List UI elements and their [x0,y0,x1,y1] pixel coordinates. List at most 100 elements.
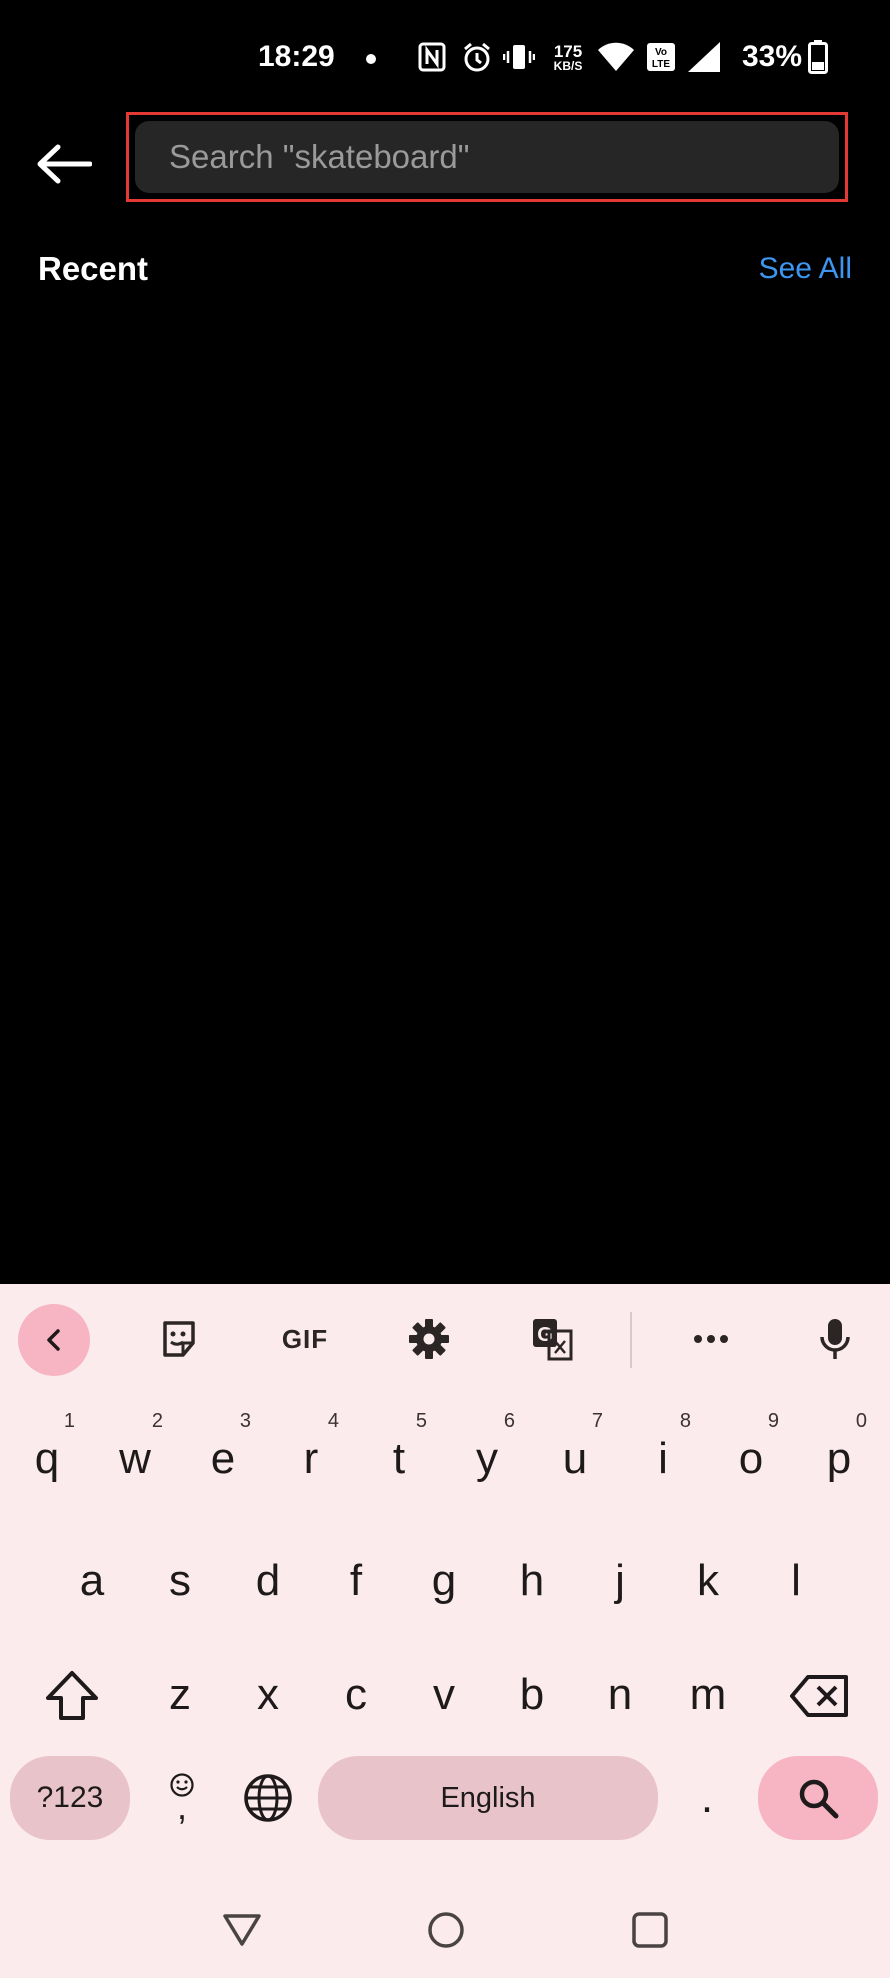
symbols-key[interactable]: ?123 [10,1756,130,1840]
data-speed-value: 175 [553,41,583,61]
navigation-bar [0,1880,890,1978]
shift-key[interactable] [22,1646,122,1746]
notification-dot-icon [366,54,376,64]
search-icon [799,1779,839,1819]
key-t[interactable]: 5t [357,1404,441,1514]
key-label: y [476,1434,498,1483]
arrow-left-icon [37,144,92,184]
key-z[interactable]: z [138,1640,222,1750]
key-hint: 1 [63,1410,75,1432]
period-key[interactable]: . [672,1756,742,1840]
key-k[interactable]: k [666,1526,750,1636]
key-label: e [210,1434,236,1483]
key-w[interactable]: 2w [93,1404,177,1514]
home-circle-icon [428,1912,464,1948]
svg-text:LTE: LTE [652,59,670,70]
see-all-link[interactable]: See All [759,252,852,286]
key-y[interactable]: 6y [445,1404,529,1514]
key-x[interactable]: x [226,1640,310,1750]
battery-percent: 33% [742,40,803,73]
key-d[interactable]: d [226,1526,310,1636]
toolbar-collapse-button[interactable] [18,1304,90,1376]
key-hint: 3 [239,1410,251,1432]
key-l[interactable]: l [754,1526,838,1636]
language-switch-key[interactable] [226,1756,310,1840]
nfc-icon [416,40,448,74]
key-p[interactable]: 0p [797,1404,881,1514]
recents-square-icon [632,1912,668,1948]
key-r[interactable]: 4r [269,1404,353,1514]
key-c[interactable]: c [314,1640,398,1750]
nav-back-button[interactable] [214,1902,270,1958]
sticker-icon [163,1321,195,1357]
sticker-button[interactable] [144,1304,214,1374]
voice-input-button[interactable] [800,1304,870,1374]
backspace-key[interactable] [770,1646,870,1746]
key-hint: 5 [415,1410,427,1432]
more-options-button[interactable] [676,1304,746,1374]
key-hint: 8 [679,1410,691,1432]
shift-arrow-icon [46,1671,98,1720]
key-j[interactable]: j [578,1526,662,1636]
gif-button[interactable]: GIF [269,1304,341,1374]
wifi-icon [596,40,636,74]
key-b[interactable]: b [490,1640,574,1750]
key-label: o [738,1434,764,1483]
key-hint: 4 [327,1410,339,1432]
toolbar-divider [630,1312,632,1368]
status-bar: 18:29 175 KB/S Vo LTE 33% [0,0,890,118]
key-s[interactable]: s [138,1526,222,1636]
alarm-icon [460,40,494,74]
settings-button[interactable] [394,1304,464,1374]
key-v[interactable]: v [402,1640,486,1750]
key-label: r [303,1434,319,1483]
space-key[interactable]: English [318,1756,658,1840]
key-a[interactable]: a [50,1526,134,1636]
signal-icon [686,40,722,74]
key-q[interactable]: 1q [5,1404,89,1514]
battery-icon [806,40,830,74]
key-label: w [119,1434,151,1483]
key-label: q [34,1434,60,1483]
back-triangle-icon [223,1914,261,1946]
data-speed-unit: KB/S [553,58,583,73]
key-hint: 0 [855,1410,867,1432]
key-f[interactable]: f [314,1526,398,1636]
key-hint: 2 [151,1410,163,1432]
key-label: u [562,1434,588,1483]
search-enter-key[interactable] [758,1756,878,1840]
search-input[interactable] [135,121,839,193]
translate-button[interactable]: G [518,1304,588,1374]
microphone-icon [820,1319,850,1359]
key-o[interactable]: 9o [709,1404,793,1514]
nav-recents-button[interactable] [622,1902,678,1958]
key-hint: 9 [767,1410,779,1432]
clock: 18:29 [258,40,335,73]
settings-gear-icon [409,1319,449,1359]
key-g[interactable]: g [402,1526,486,1636]
data-speed-icon: 175 KB/S [548,40,588,74]
vibrate-icon [502,40,536,74]
back-button[interactable] [34,134,94,194]
globe-icon [244,1774,292,1822]
key-n[interactable]: n [578,1640,662,1750]
keyboard-toolbar: GIF G [0,1284,890,1384]
key-label: p [826,1434,852,1483]
key-label: t [392,1434,406,1483]
key-i[interactable]: 8i [621,1404,705,1514]
nav-home-button[interactable] [418,1902,474,1958]
chevron-left-icon [47,1329,60,1351]
key-e[interactable]: 3e [181,1404,265,1514]
key-label: i [658,1434,668,1483]
gif-label: GIF [281,1323,329,1354]
more-dots-icon [694,1335,728,1343]
backspace-icon [790,1675,848,1717]
key-hint: 6 [503,1410,515,1432]
keyboard: GIF G 1q2w3e4r5t6y7u8i9o0p asdfghjkl zxc [0,1284,890,1978]
emoji-comma-key[interactable]: , [150,1756,214,1840]
key-h[interactable]: h [490,1526,574,1636]
key-m[interactable]: m [666,1640,750,1750]
comma-label: , [176,1786,187,1827]
search-highlight [126,112,848,202]
key-u[interactable]: 7u [533,1404,617,1514]
